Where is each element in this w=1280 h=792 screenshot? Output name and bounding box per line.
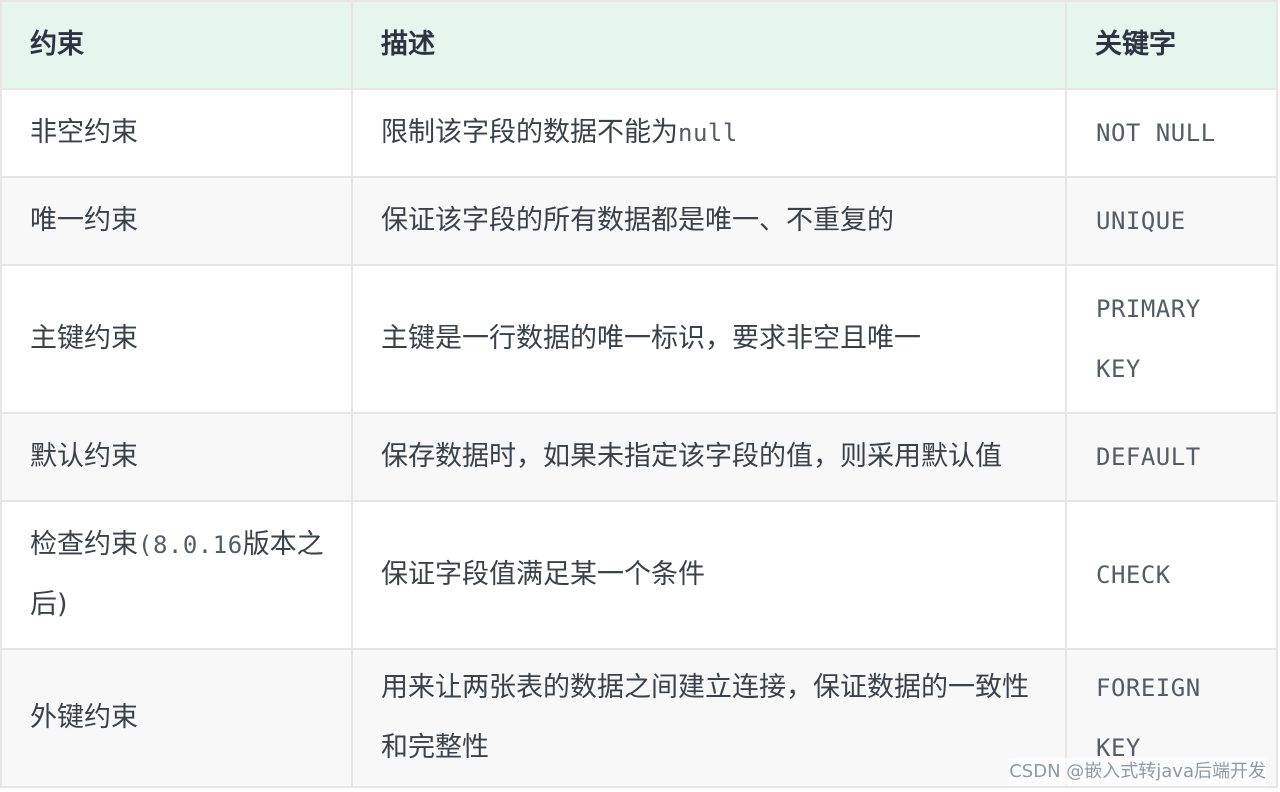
header-description: 描述: [351, 0, 1067, 90]
constraints-table: 约束 描述 关键字 非空约束 限制该字段的数据不能为null NOT NULL …: [0, 0, 1278, 788]
constraint-name: 外键约束: [0, 648, 353, 788]
description-code: null: [678, 119, 738, 147]
constraint-keyword: PRIMARY KEY: [1065, 264, 1278, 414]
constraint-name: 检查约束(8.0.16版本之后): [0, 500, 353, 650]
constraint-keyword: UNIQUE: [1065, 176, 1278, 266]
constraint-description: 主键是一行数据的唯一标识，要求非空且唯一: [351, 264, 1067, 414]
constraint-name: 默认约束: [0, 412, 353, 502]
constraint-description: 保证字段值满足某一个条件: [351, 500, 1067, 650]
table-row: 唯一约束 保证该字段的所有数据都是唯一、不重复的 UNIQUE: [0, 176, 1278, 266]
table-row: 默认约束 保存数据时，如果未指定该字段的值，则采用默认值 DEFAULT: [0, 412, 1278, 502]
table-row: 非空约束 限制该字段的数据不能为null NOT NULL: [0, 88, 1278, 178]
constraint-keyword: NOT NULL: [1065, 88, 1278, 178]
table-row: 检查约束(8.0.16版本之后) 保证字段值满足某一个条件 CHECK: [0, 500, 1278, 650]
constraint-keyword: CHECK: [1065, 500, 1278, 650]
constraint-name: 唯一约束: [0, 176, 353, 266]
constraint-name: 非空约束: [0, 88, 353, 178]
constraint-description: 保证该字段的所有数据都是唯一、不重复的: [351, 176, 1067, 266]
constraint-description: 保存数据时，如果未指定该字段的值，则采用默认值: [351, 412, 1067, 502]
constraint-name-code: (8.0.16: [138, 531, 243, 559]
constraint-description: 用来让两张表的数据之间建立连接，保证数据的一致性和完整性: [351, 648, 1067, 788]
constraint-name: 主键约束: [0, 264, 353, 414]
header-keyword: 关键字: [1065, 0, 1278, 90]
description-text: 限制该字段的数据不能为: [381, 117, 678, 148]
header-constraint: 约束: [0, 0, 353, 90]
csdn-watermark: CSDN @嵌入式转java后端开发: [1009, 758, 1266, 786]
table-row: 主键约束 主键是一行数据的唯一标识，要求非空且唯一 PRIMARY KEY: [0, 264, 1278, 414]
constraint-keyword: DEFAULT: [1065, 412, 1278, 502]
constraint-name-text: 检查约束: [30, 529, 138, 560]
constraint-description: 限制该字段的数据不能为null: [351, 88, 1067, 178]
table-header-row: 约束 描述 关键字: [0, 0, 1278, 90]
